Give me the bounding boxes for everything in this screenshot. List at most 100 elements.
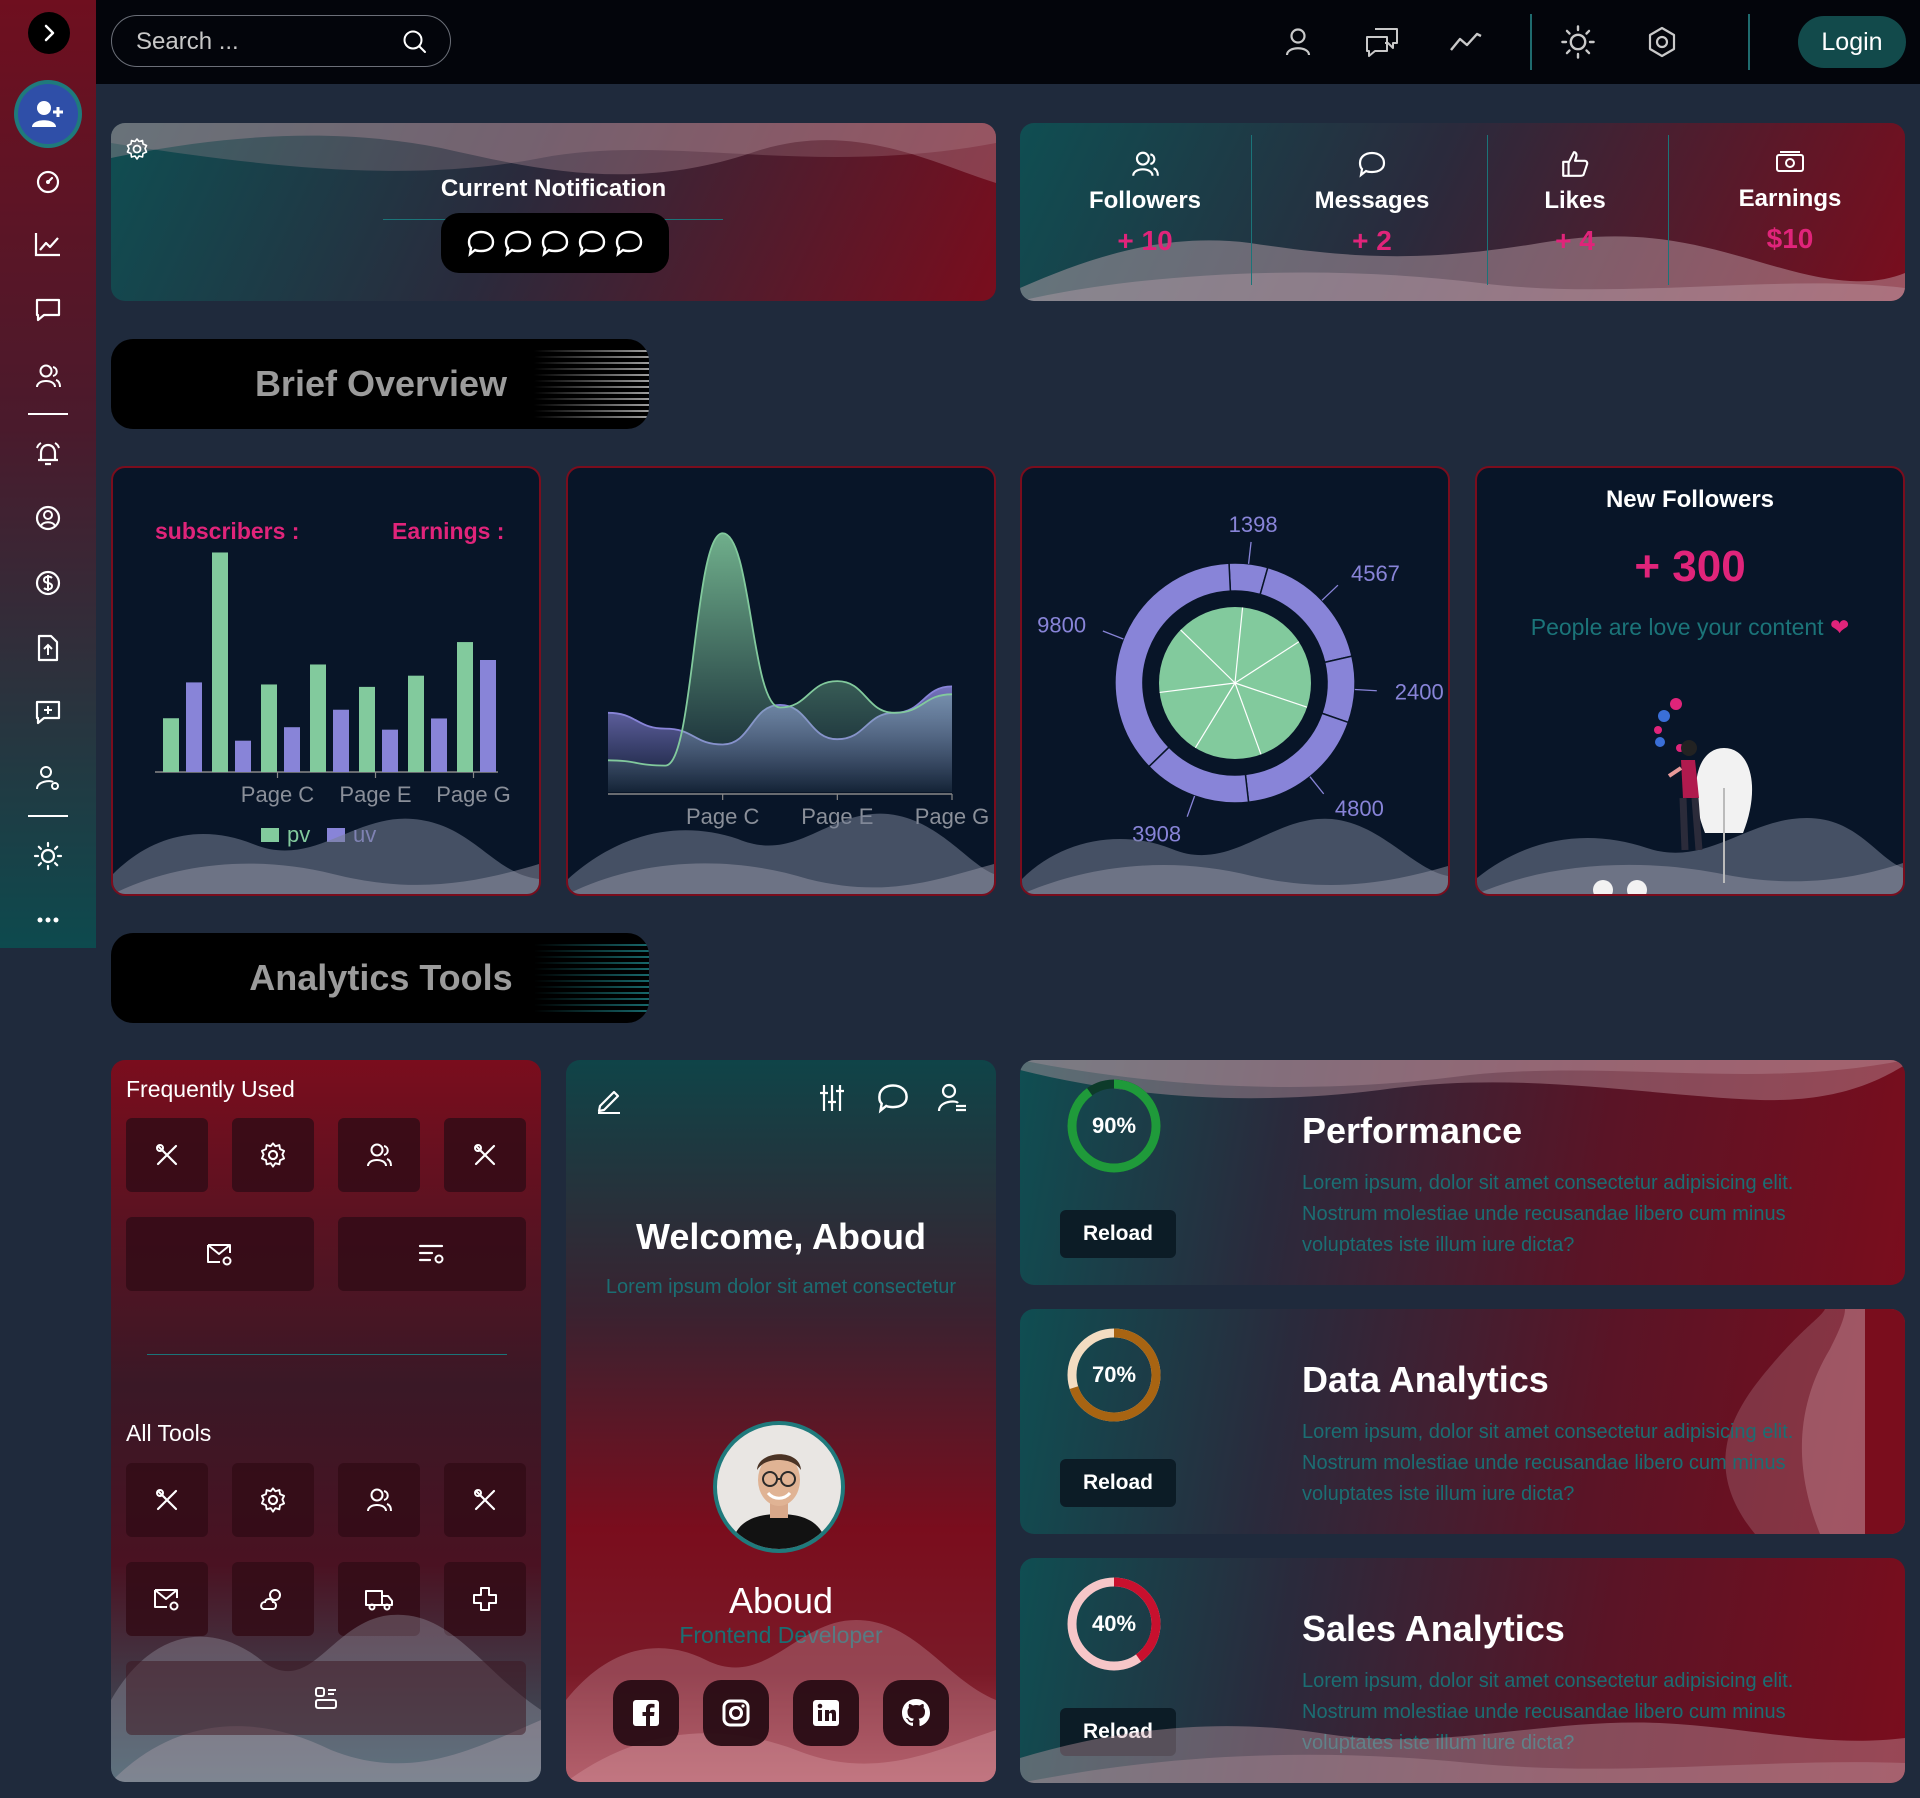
stat-followers[interactable]: Followers + 10 [1060,149,1230,257]
login-button[interactable]: Login [1798,16,1906,68]
avatar[interactable] [713,1421,845,1553]
stat-label: Followers [1088,187,1202,214]
sidebar-item-earnings[interactable] [30,565,66,601]
edit-button[interactable] [594,1084,624,1114]
stat-likes[interactable]: Likes + 4 [1500,149,1650,257]
analytics-card-title: Performance [1302,1110,1523,1151]
stat-label: Likes [1544,187,1606,214]
instagram-link[interactable] [703,1680,769,1746]
linkedin-link[interactable] [793,1680,859,1746]
message-plus-icon [35,700,61,725]
stat-messages[interactable]: Messages + 2 [1282,149,1462,257]
chart-bottom-wave [568,813,994,894]
stat-value: + 10 [1117,225,1173,256]
sidebar-divider [28,815,68,817]
tool-button-layout[interactable] [126,1661,526,1735]
search-icon[interactable] [402,29,428,55]
sidebar-item-theme[interactable] [30,838,66,874]
gauge-icon [36,170,60,194]
sidebar-divider [28,413,68,415]
sidebar-more-button[interactable] [30,902,66,938]
thumbs-up-icon [1562,151,1589,177]
tool-button-health[interactable] [444,1562,526,1636]
add-user-button[interactable] [18,84,78,144]
topbar-divider [1530,14,1532,70]
bar-pv [163,718,179,772]
reload-button[interactable]: Reload [1060,1210,1176,1258]
tools-icon [156,1489,178,1511]
tools-icon [156,1144,178,1166]
bar-uv [284,727,300,772]
settings-button[interactable] [1642,22,1682,62]
pie-label: 1398 [1229,512,1278,537]
section-header-analytics: Analytics Tools [111,933,649,1023]
gear-icon [260,1487,286,1513]
mail-settings-icon [154,1589,179,1611]
theme-toggle-button[interactable] [1558,22,1598,62]
notification-settings-button[interactable] [125,137,149,161]
more-icon [37,917,59,923]
tool-button-users[interactable] [338,1118,420,1192]
stat-value: $10 [1766,223,1814,254]
tool-button-tools[interactable] [126,1463,208,1537]
chart-bottom-wave [113,818,539,894]
tool-button-delivery[interactable] [338,1562,420,1636]
analytics-card-description: Lorem ipsum, dolor sit amet consectetur … [1302,1670,1794,1754]
tool-button-settings[interactable] [232,1118,314,1192]
chat-button[interactable] [876,1082,910,1114]
sidebar-item-users[interactable] [30,358,66,394]
all-tools-title: All Tools [126,1420,212,1446]
user-options-button[interactable] [936,1082,968,1114]
trends-button[interactable] [1446,22,1486,62]
mail-settings-icon [207,1244,232,1266]
tool-button-tools[interactable] [444,1118,526,1192]
reload-button[interactable]: Reload [1060,1708,1176,1756]
sidebar-item-profile[interactable] [30,500,66,536]
tool-button-settings[interactable] [232,1463,314,1537]
truck-icon [365,1590,393,1611]
messages-button[interactable] [1362,22,1402,62]
bar-uv [186,682,202,772]
notification-bubbles[interactable] [441,213,669,273]
sidebar-item-notifications[interactable] [30,436,66,472]
github-link[interactable] [883,1680,949,1746]
sidebar-item-dashboard[interactable] [30,164,66,200]
progress-percent: 70% [1091,1362,1137,1387]
facebook-link[interactable] [613,1680,679,1746]
analytics-card-title: Sales Analytics [1302,1608,1565,1649]
sidebar-item-new-message[interactable] [30,695,66,731]
chat-bubble-icon [578,230,606,257]
stats-divider [1251,135,1252,285]
stat-value: + 2 [1352,225,1392,256]
tool-button-mail-settings[interactable] [126,1217,314,1291]
new-followers-subtitle-text: People are love your content [1530,614,1824,640]
tool-button-users[interactable] [338,1463,420,1537]
new-followers-count: + 300 [1634,542,1746,591]
sidebar-toggle-button[interactable] [28,12,70,54]
search-input[interactable] [134,28,388,56]
chat-bubble-icon [615,230,643,257]
tool-button-mail-settings[interactable] [126,1562,208,1636]
stats-divider [1668,135,1669,285]
new-followers-title: New Followers [1605,486,1775,513]
analytics-card-data: 70% Reload Data Analytics Lorem ipsum, d… [1020,1309,1905,1534]
sidebar-item-upload[interactable] [30,630,66,666]
pie-label-leader [1247,541,1252,564]
tool-button-tools[interactable] [126,1118,208,1192]
adjust-button[interactable] [816,1082,848,1114]
sidebar-item-messages[interactable] [30,292,66,328]
reload-button[interactable]: Reload [1060,1459,1176,1507]
pie-label-leader [1321,584,1339,601]
area-chart-card: Page C Page E Page G [566,466,996,896]
sun-icon [1561,25,1595,59]
messages-icon [1366,28,1398,57]
stat-earnings[interactable]: Earnings $10 [1700,149,1880,255]
tool-button-tools[interactable] [444,1463,526,1537]
pie-chart-card: 1398 4567 2400 4800 3908 9800 [1020,466,1450,896]
tools-card: Frequently Used All Tools [111,1060,541,1782]
tool-button-weather[interactable] [232,1562,314,1636]
tool-button-list-settings[interactable] [338,1217,526,1291]
sidebar-item-user-settings[interactable] [30,760,66,796]
sidebar-item-analytics[interactable] [30,226,66,262]
profile-button[interactable] [1278,22,1318,62]
